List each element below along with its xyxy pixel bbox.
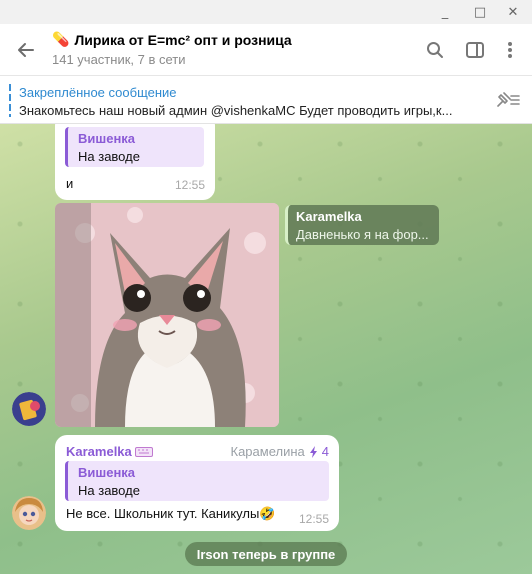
close-button[interactable]: ✕ [497, 0, 529, 24]
pinned-indicator [9, 84, 11, 117]
avatar[interactable] [12, 496, 46, 530]
minimize-button[interactable]: _ [429, 0, 461, 24]
member-rank: Карамелина 4 [231, 444, 330, 459]
rank-title: Карамелина [230, 444, 305, 459]
reply-quote[interactable]: Вишенка На заводе [65, 127, 204, 167]
sender-name: Karamelka [66, 444, 132, 459]
search-button[interactable] [421, 36, 449, 64]
laughing-emoji-icon: 🤣 [259, 506, 276, 521]
sidebar-panel-icon [466, 42, 484, 58]
message-text-body: Не все. Школьник тут. Каникулы [66, 506, 260, 521]
quote-author: Вишенка [78, 131, 136, 146]
window-titlebar: _ □ ✕ [0, 0, 532, 24]
unpin-button[interactable] [494, 88, 522, 112]
quote-text: На заводе [78, 149, 140, 164]
pinned-text: Знакомьтесь наш новый админ @vishenkaMC … [19, 103, 453, 118]
back-button[interactable] [12, 36, 40, 64]
message-text: и [66, 176, 74, 191]
search-icon [427, 42, 443, 58]
quote-text: На заводе [78, 483, 140, 498]
user-avatar-image [12, 496, 46, 530]
more-options-button[interactable] [496, 36, 524, 64]
message-text: Не все. Школьник тут. Каникулы🤣 [66, 506, 275, 522]
chat-title[interactable]: 💊 Лирика от E=mc² опт и розница [52, 31, 292, 48]
chat-member-count: 141 участник, 7 в сети [52, 52, 186, 67]
reply-text: Давненько я на фор... [296, 227, 429, 242]
cat-photo[interactable] [55, 203, 279, 427]
pinned-message-bar[interactable]: Закреплённое сообщение Знакомьтесь наш н… [0, 77, 532, 124]
chat-header: 💊 Лирика от E=mc² опт и розница 141 учас… [0, 24, 532, 76]
lightning-icon [309, 445, 317, 458]
quote-author: Вишенка [78, 465, 136, 480]
pill-emoji-icon: 💊 [52, 31, 70, 47]
reply-author: Karamelka [296, 209, 362, 224]
more-vertical-icon [508, 42, 512, 58]
message-time: 12:55 [299, 512, 330, 526]
chat-messages-area[interactable]: Вишенка На заводе и 12:55 Karamelka Давн… [0, 124, 532, 574]
pin-list-icon [497, 92, 520, 107]
cat-photo-image [55, 203, 279, 427]
message-bubble[interactable]: Karamelka Карамелина 4 Вишенка На заводе… [55, 435, 339, 531]
message-time: 12:55 [175, 178, 206, 192]
keyboard-emoji-icon [134, 446, 153, 457]
avatar[interactable] [12, 392, 46, 426]
arrow-left-icon [18, 43, 34, 57]
photo-reply-quote[interactable]: Karamelka Давненько я на фор... [285, 205, 439, 245]
reply-quote[interactable]: Вишенка На заводе [65, 461, 329, 501]
message-sender[interactable]: Karamelka [66, 444, 153, 459]
service-message: Irson теперь в группе [185, 542, 347, 566]
user-avatar-image [12, 392, 46, 426]
sidebar-toggle-button[interactable] [461, 36, 489, 64]
message-bubble[interactable]: Вишенка На заводе и 12:55 [55, 124, 215, 200]
chat-title-text: Лирика от E=mc² опт и розница [74, 31, 292, 48]
maximize-button[interactable]: □ [464, 0, 496, 24]
pinned-title: Закреплённое сообщение [19, 85, 177, 100]
rank-value: 4 [321, 444, 329, 459]
